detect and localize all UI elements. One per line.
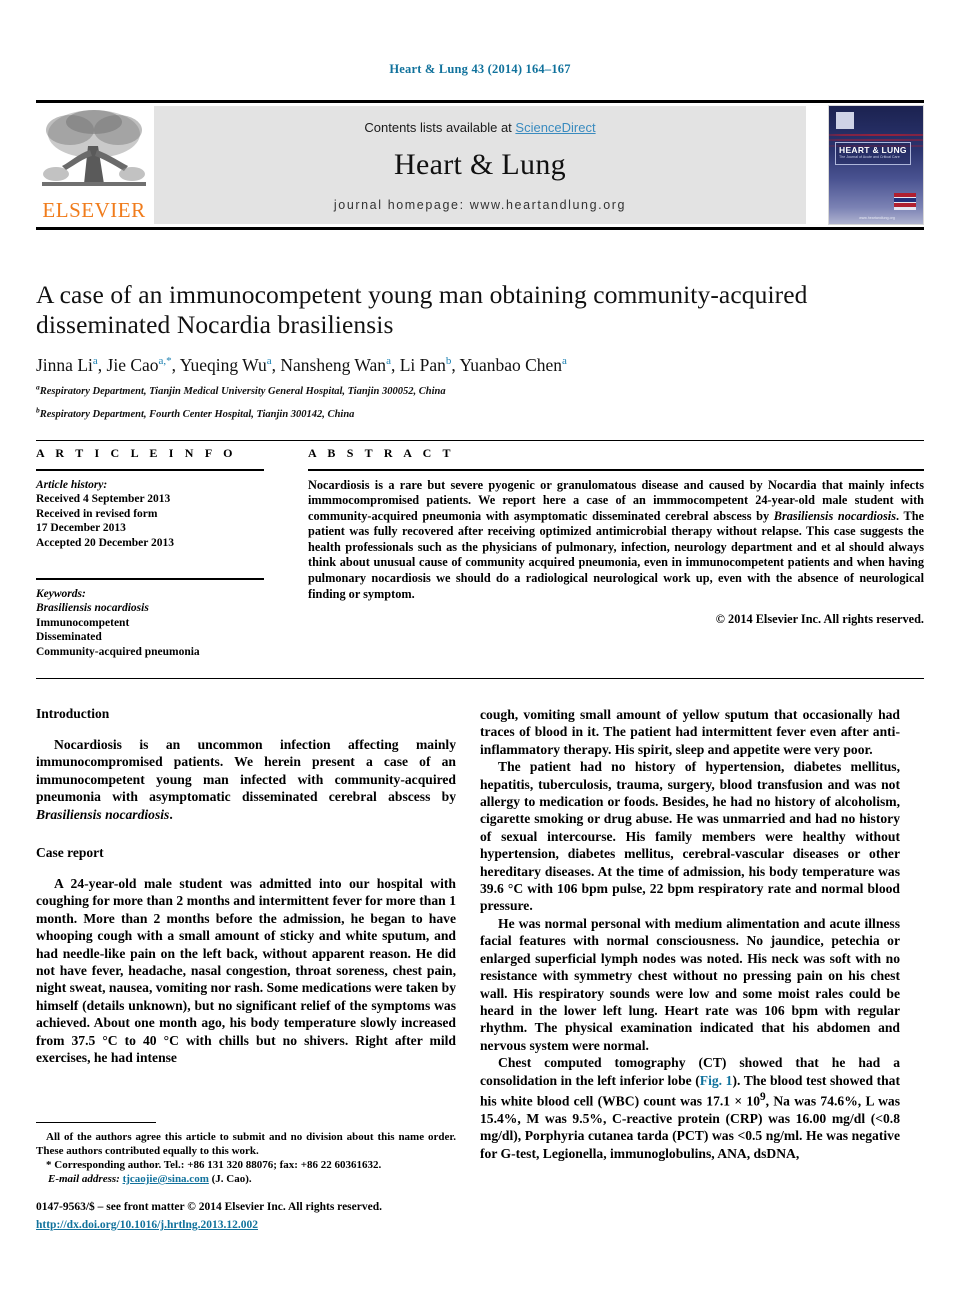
journal-title: Heart & Lung [394,148,566,181]
article-info-column: A R T I C L E I N F O Article history: R… [36,446,264,659]
article-history-group: Article history: Received 4 September 20… [36,478,264,551]
cover-url-text: www.heartandlung.org [859,216,895,220]
introduction-paragraph: Nocardiosis is an uncommon infection aff… [36,737,456,822]
masthead-top-rule [36,100,924,103]
journal-homepage-line[interactable]: journal homepage: www.heartandlung.org [154,198,806,212]
cover-title-text: HEART & LUNG [839,145,907,155]
footnotes-block: All of the authors agree this article to… [36,1122,456,1186]
history-item: Accepted 20 December 2013 [36,536,175,549]
footnote-text: All of the authors agree this article to… [36,1130,456,1186]
introduction-heading: Introduction [36,706,110,721]
info-abstract-bottom-rule [36,678,924,679]
body-column-right: cough, vomiting small amount of yellow s… [480,706,900,1162]
keyword-item: Disseminated [36,631,102,643]
article-info-heading: A R T I C L E I N F O [36,446,237,460]
right-paragraph-4: Chest computed tomography (CT) showed th… [480,1055,900,1161]
article-info-rule [36,469,264,471]
cover-publisher-badge [836,112,854,129]
abstract-text: Nocardiosis is a rare but severe pyogeni… [308,477,924,601]
keyword-item: Immunocompetent [36,616,130,629]
running-head: Heart & Lung 43 (2014) 164–167 [389,62,571,76]
email-address-label: E-mail address: [48,1173,120,1185]
elsevier-wordmark: ELSEVIER [42,198,146,222]
issn-copyright-line: 0147-9563/$ – see front matter © 2014 El… [36,1201,382,1213]
elsevier-logo: ELSEVIER [36,106,152,224]
footnote-corresponding-author: * Corresponding author. Tel.: +86 131 32… [46,1159,382,1171]
right-paragraph-1: cough, vomiting small amount of yellow s… [480,707,900,757]
abstract-column: A B S T R A C T Nocardiosis is a rare bu… [308,446,924,627]
elsevier-tree-icon [40,108,148,196]
journal-cover-thumbnail: HEART & LUNG The Journal of Acute and Cr… [828,105,924,225]
sciencedirect-link[interactable]: ScienceDirect [515,120,595,135]
keyword-item: Brasiliensis nocardiosis [36,602,149,614]
affiliation-b: bRespiratory Department, Fourth Center H… [36,405,355,420]
body-column-left: Introduction Nocardiosis is an uncommon … [36,706,456,1067]
abstract-heading: A B S T R A C T [308,446,455,460]
abstract-copyright: © 2014 Elsevier Inc. All rights reserved… [715,612,924,627]
article-history-label: Article history: [36,478,108,491]
footnote-authorship-note: All of the authors agree this article to… [36,1131,456,1157]
doi-link[interactable]: http://dx.doi.org/10.1016/j.hrtlng.2013.… [36,1219,258,1231]
keywords-label: Keywords: [36,587,86,600]
affiliation-a: aRespiratory Department, Tianjin Medical… [36,382,446,397]
keywords-rule [36,578,264,580]
case-report-heading: Case report [36,845,104,861]
footnote-email-line: E-mail address: tjcaojie@sina.com (J. Ca… [36,1172,456,1186]
masthead-bottom-rule [36,227,924,230]
history-item: Received 4 September 2013 [36,493,171,505]
affiliation-b-text: Respiratory Department, Fourth Center Ho… [39,408,355,420]
keywords-group: Keywords: Brasiliensis nocardiosis Immun… [36,587,264,660]
journal-masthead: ELSEVIER Contents lists available at Sci… [36,100,924,230]
right-paragraph-2: The patient had no history of hypertensi… [480,759,900,914]
paper-title: A case of an immunocompetent young man o… [36,280,808,339]
case-report-paragraph: A 24-year-old male student was admitted … [36,876,456,1066]
journal-article-page: Heart & Lung 43 (2014) 164–167 ELSEVIER … [0,0,960,1305]
title-block: A case of an immunocompetent young man o… [36,280,924,421]
footnote-rule [36,1122,156,1123]
email-link[interactable]: tjcaojie@sina.com [123,1173,209,1185]
cover-subtitle-text: The Journal of Acute and Critical Care [839,155,900,159]
email-owner: (J. Cao). [211,1173,252,1185]
keyword-item: Community-acquired pneumonia [36,645,200,658]
right-paragraph-3: He was normal personal with medium alime… [480,915,900,1053]
cover-flag-icon [894,193,916,210]
publisher-footer: 0147-9563/$ – see front matter © 2014 El… [36,1200,496,1233]
author-list: Jinna Lia, Jie Caoa,*, Yueqing Wua, Nans… [36,355,567,375]
masthead-panel: Contents lists available at ScienceDirec… [154,106,806,224]
info-abstract-top-rule [36,440,924,441]
history-item: 17 December 2013 [36,522,126,534]
affiliation-a-text: Respiratory Department, Tianjin Medical … [39,386,446,397]
history-item: Received in revised form [36,507,158,520]
abstract-rule [308,469,924,471]
contents-available-line: Contents lists available at ScienceDirec… [154,120,806,135]
cover-title-box: HEART & LUNG The Journal of Acute and Cr… [835,142,911,165]
contents-prefix-text: Contents lists available at [364,120,516,135]
